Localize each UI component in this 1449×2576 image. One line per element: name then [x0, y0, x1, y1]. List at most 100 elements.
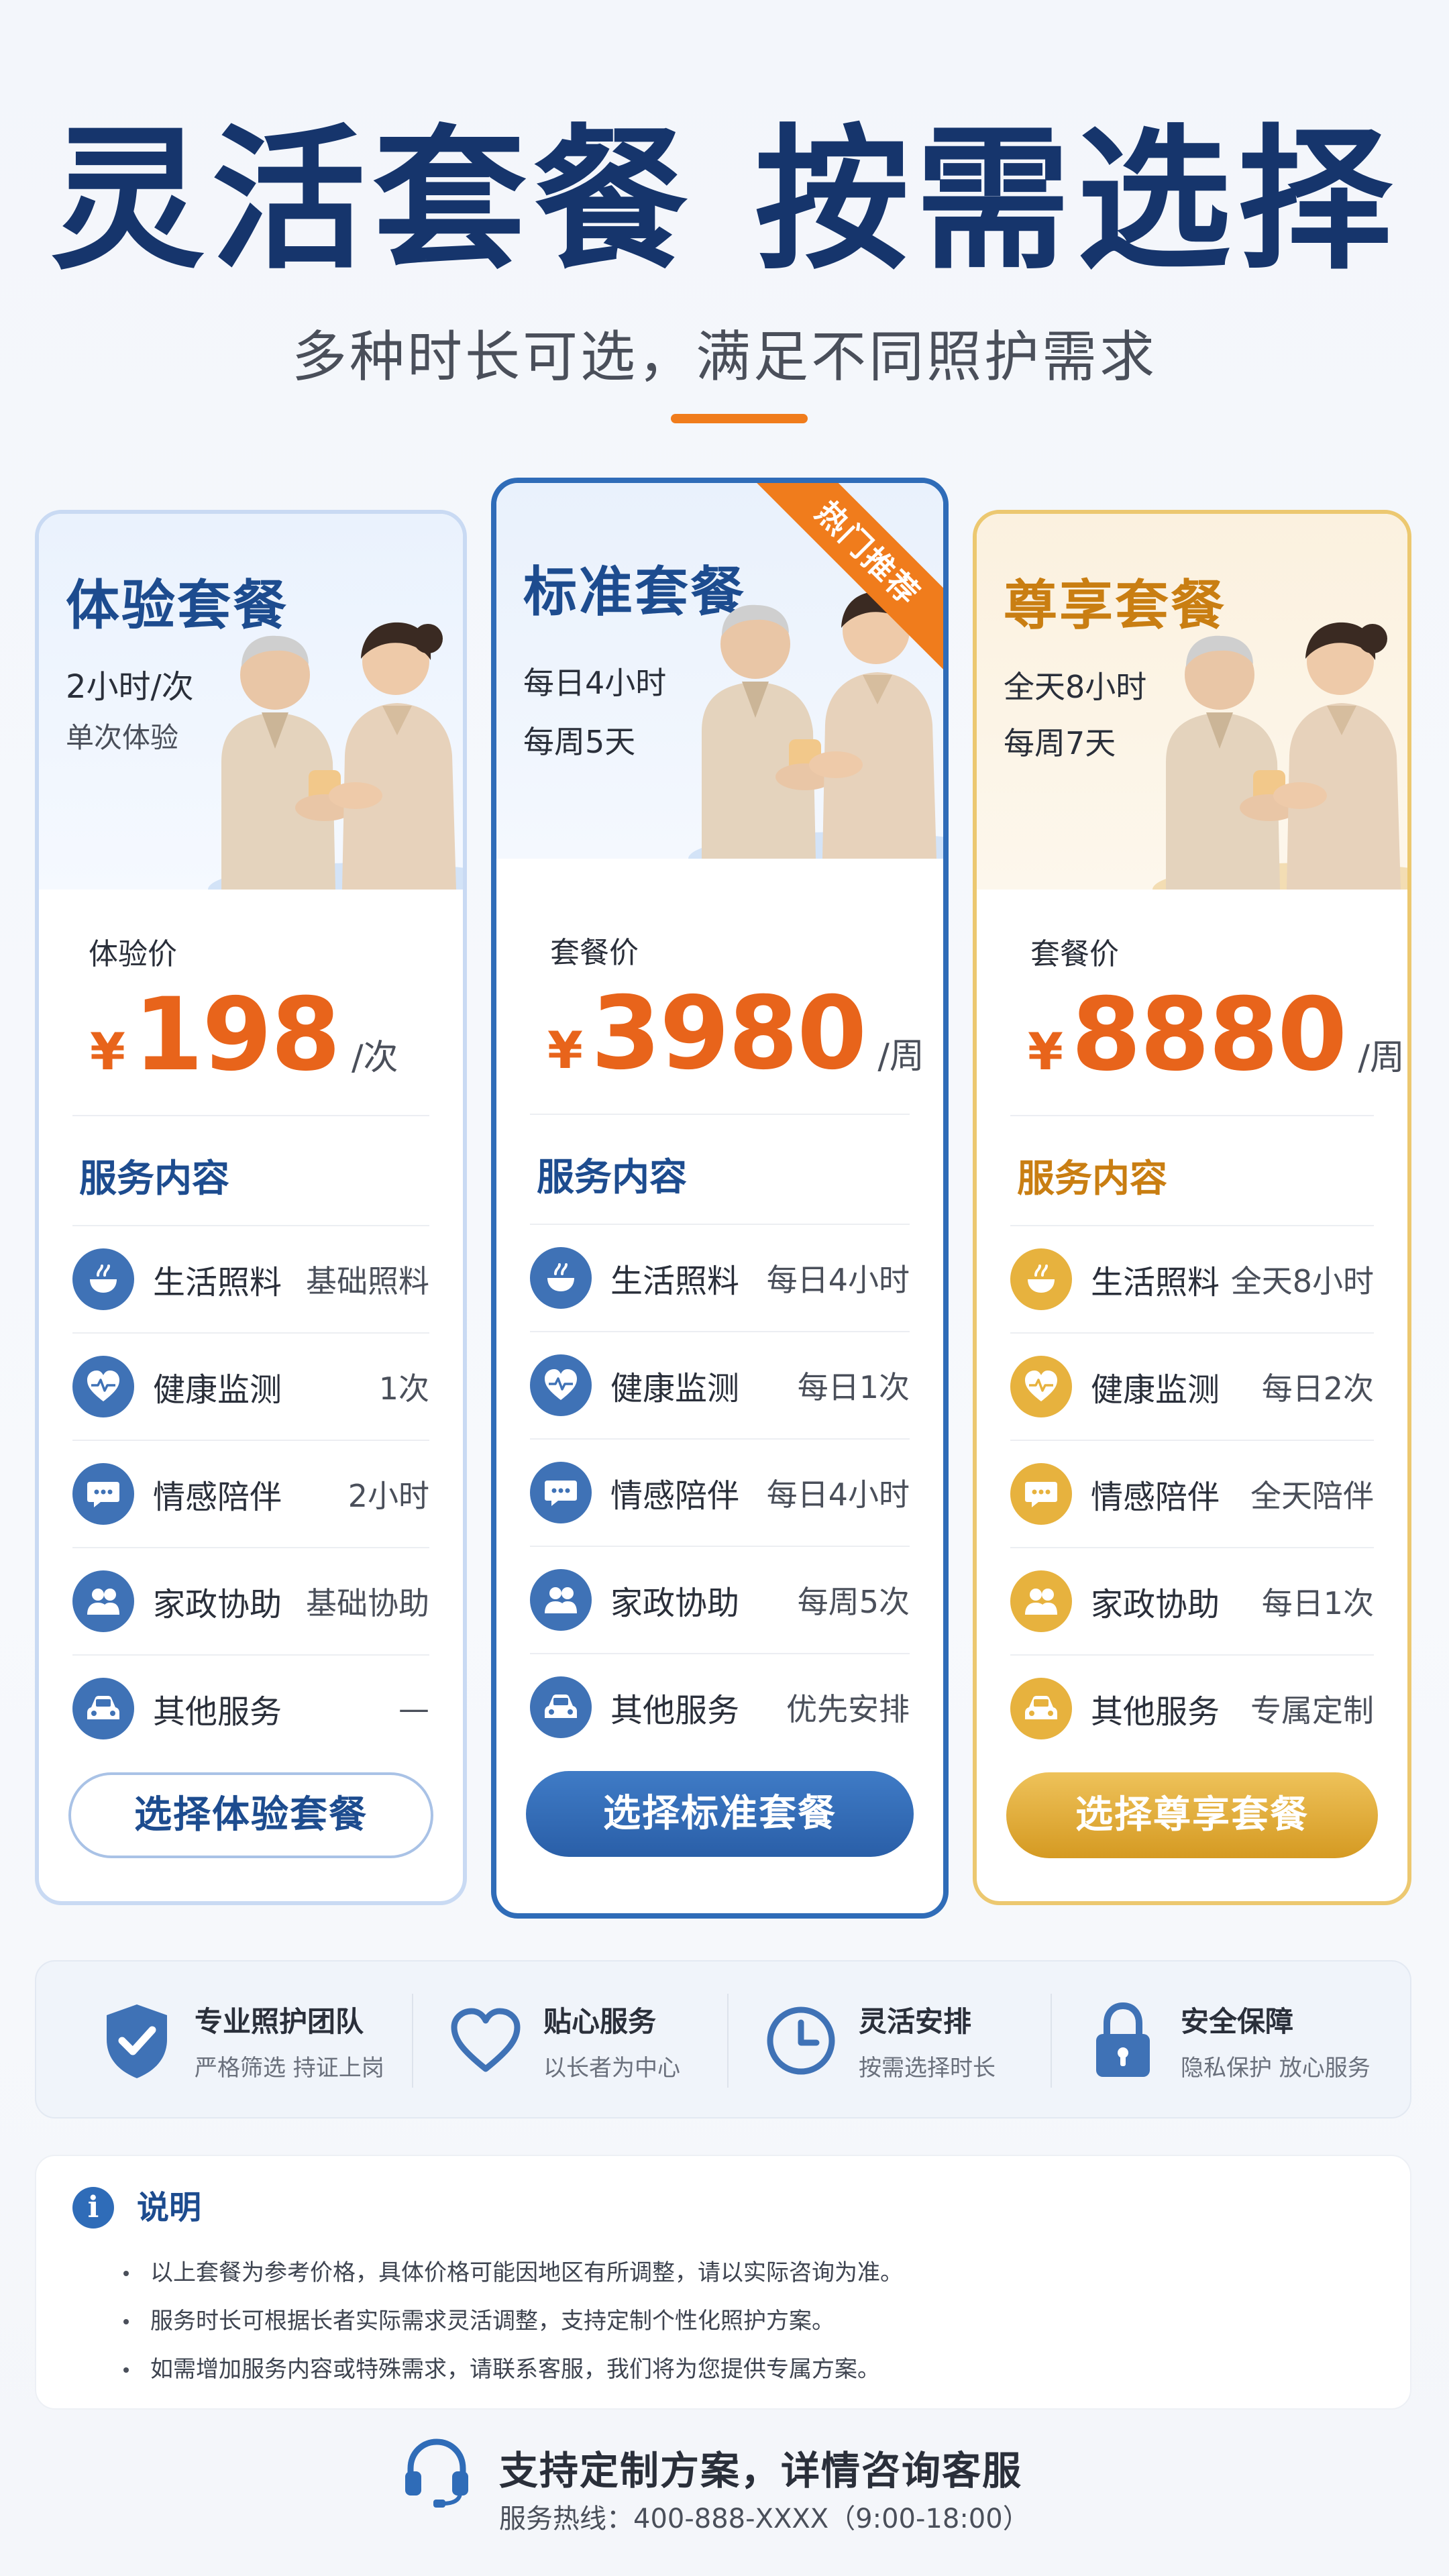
plan-frequency: 每周5天 — [523, 724, 636, 760]
chat-bubble-icon — [72, 1463, 134, 1525]
chat-bubble-icon — [1010, 1463, 1072, 1525]
feature-caring-service: 贴心服务 以长者为中心 — [445, 1962, 680, 2120]
plan-frequency: 每周7天 — [1004, 725, 1116, 761]
feature-title: 灵活安排 — [859, 2005, 972, 2038]
price-row: ¥8880/周 — [1028, 977, 1405, 1097]
service-row: 其他服务 优先安排 — [530, 1653, 910, 1760]
caregiver-elder-illustration — [1152, 622, 1407, 890]
service-name: 其他服务 — [153, 1693, 282, 1731]
service-row: 生活照料 全天8小时 — [1010, 1225, 1374, 1332]
feature-flexible-schedule: 灵活安排 按需选择时长 — [761, 1962, 996, 2120]
feature-title: 专业照护团队 — [195, 2005, 364, 2038]
price-unit: /周 — [877, 1036, 924, 1077]
heart-pulse-icon — [530, 1354, 592, 1416]
plan-card-basic: 体验套餐 2小时/次 单次体验 体验价 ¥198/次 服务内容 生活照料 基础照料 健康监测 1次… — [35, 510, 467, 1905]
service-row: 健康监测 1次 — [72, 1332, 429, 1440]
people-icon — [530, 1569, 592, 1631]
service-name: 情感陪伴 — [153, 1479, 282, 1516]
plan-hero: 标准套餐 每日4小时 每周5天 热门推荐 — [496, 483, 943, 859]
service-row: 健康监测 每日2次 — [1010, 1332, 1374, 1440]
price-row: ¥3980/周 — [547, 975, 924, 1096]
service-name: 其他服务 — [1091, 1693, 1220, 1731]
notes-list: 以上套餐为参考价格，具体价格可能因地区有所调整，请以实际咨询为准。 服务时长可根… — [123, 2249, 903, 2394]
service-name: 其他服务 — [610, 1692, 740, 1729]
notes-item: 以上套餐为参考价格，具体价格可能因地区有所调整，请以实际咨询为准。 — [123, 2249, 903, 2297]
service-row: 家政协助 每日1次 — [1010, 1547, 1374, 1654]
divider — [1010, 1115, 1374, 1116]
notes-panel: i 说明 以上套餐为参考价格，具体价格可能因地区有所调整，请以实际咨询为准。 服… — [35, 2155, 1411, 2410]
service-value: 1次 — [378, 1371, 429, 1407]
price-label: 体验价 — [89, 937, 177, 971]
service-value: 全天8小时 — [1230, 1263, 1374, 1299]
chat-bubble-icon — [530, 1462, 592, 1523]
service-name: 生活照料 — [610, 1263, 740, 1300]
price-currency: ¥ — [1028, 1022, 1063, 1081]
service-name: 情感陪伴 — [1091, 1479, 1220, 1516]
service-row: 情感陪伴 全天陪伴 — [1010, 1440, 1374, 1547]
price-currency: ¥ — [547, 1020, 583, 1080]
plan-duration: 2小时/次 — [66, 668, 194, 706]
service-name: 家政协助 — [1091, 1586, 1220, 1623]
price-value: 3980 — [590, 975, 867, 1092]
service-name: 生活照料 — [153, 1264, 282, 1301]
footer-hotline[interactable]: 服务热线：400-888-XXXX（9:00-18:00） — [499, 2497, 1030, 2536]
plan-duration: 全天8小时 — [1004, 669, 1147, 705]
select-plan-button[interactable]: 选择标准套餐 — [526, 1771, 914, 1857]
price-label: 套餐价 — [1030, 937, 1119, 971]
services-heading: 服务内容 — [1017, 1157, 1167, 1201]
select-plan-button[interactable]: 选择体验套餐 — [68, 1772, 433, 1858]
plan-hero: 体验套餐 2小时/次 单次体验 — [39, 514, 463, 890]
caregiver-elder-illustration — [208, 622, 463, 890]
service-row: 健康监测 每日1次 — [530, 1331, 910, 1438]
notes-item: 服务时长可根据长者实际需求灵活调整，支持定制个性化照护方案。 — [123, 2297, 903, 2345]
plan-frequency: 单次体验 — [66, 721, 179, 754]
service-name: 健康监测 — [610, 1370, 740, 1407]
plan-duration: 每日4小时 — [523, 665, 667, 701]
heart-pulse-icon — [1010, 1356, 1072, 1417]
service-value: 每日4小时 — [766, 1477, 910, 1513]
service-value: 每周5次 — [797, 1584, 910, 1620]
plan-card-standard: 标准套餐 每日4小时 每周5天 热门推荐 套餐价 ¥3980/周 服务内容 生活照料 每日4小时… — [491, 478, 949, 1919]
meal-bowl-icon — [72, 1248, 134, 1310]
feature-desc: 严格筛选 持证上岗 — [195, 2055, 384, 2082]
feature-security: 安全保障 隐私保护 放心服务 — [1083, 1962, 1371, 2120]
meal-bowl-icon — [1010, 1248, 1072, 1310]
service-value: 优先安排 — [786, 1691, 910, 1727]
feature-desc: 以长者为中心 — [543, 2055, 680, 2082]
price-value: 198 — [133, 977, 341, 1093]
features-bar: 专业照护团队 严格筛选 持证上岗 贴心服务 以长者为中心 灵活安排 按需选择时长… — [35, 1960, 1411, 2118]
headset-icon — [400, 2434, 474, 2508]
select-plan-button[interactable]: 选择尊享套餐 — [1006, 1772, 1378, 1858]
feature-title: 贴心服务 — [543, 2005, 657, 2038]
people-icon — [72, 1570, 134, 1632]
service-value: 2小时 — [347, 1478, 429, 1514]
feature-desc: 隐私保护 放心服务 — [1181, 2055, 1371, 2082]
meal-bowl-icon — [530, 1247, 592, 1309]
service-name: 生活照料 — [1091, 1264, 1220, 1301]
feature-divider — [727, 1994, 729, 2088]
services-heading: 服务内容 — [79, 1157, 229, 1201]
service-value: 每日1次 — [797, 1369, 910, 1405]
service-value: 专属定制 — [1250, 1693, 1374, 1729]
service-row: 其他服务 专属定制 — [1010, 1654, 1374, 1762]
plan-card-premium: 尊享套餐 全天8小时 每周7天 套餐价 ¥8880/周 服务内容 生活照料 全天8小时 健康监测… — [973, 510, 1411, 1905]
feature-divider — [1051, 1994, 1052, 2088]
price-row: ¥198/次 — [90, 977, 398, 1097]
lock-icon — [1083, 2000, 1163, 2081]
service-value: 基础协助 — [306, 1585, 429, 1621]
service-name: 家政协助 — [153, 1586, 282, 1623]
page-title: 灵活套餐 按需选择 — [50, 111, 1399, 290]
feature-title: 安全保障 — [1181, 2005, 1294, 2038]
price-value: 8880 — [1071, 977, 1347, 1093]
divider — [530, 1114, 910, 1115]
feature-divider — [412, 1994, 413, 2088]
footer-title: 支持定制方案，详情咨询客服 — [499, 2448, 1023, 2493]
page-subtitle: 多种时长可选，满足不同照护需求 — [291, 325, 1157, 389]
service-row: 生活照料 基础照料 — [72, 1225, 429, 1332]
service-row: 其他服务 — — [72, 1654, 429, 1762]
service-row: 生活照料 每日4小时 — [530, 1224, 910, 1331]
feature-desc: 按需选择时长 — [859, 2055, 996, 2082]
heart-outline-icon — [445, 2000, 526, 2081]
page: 灵活套餐 按需选择 多种时长可选，满足不同照护需求 体验套餐 2小时/次 单次体验体… — [0, 0, 1449, 2576]
price-unit: /次 — [352, 1038, 398, 1078]
